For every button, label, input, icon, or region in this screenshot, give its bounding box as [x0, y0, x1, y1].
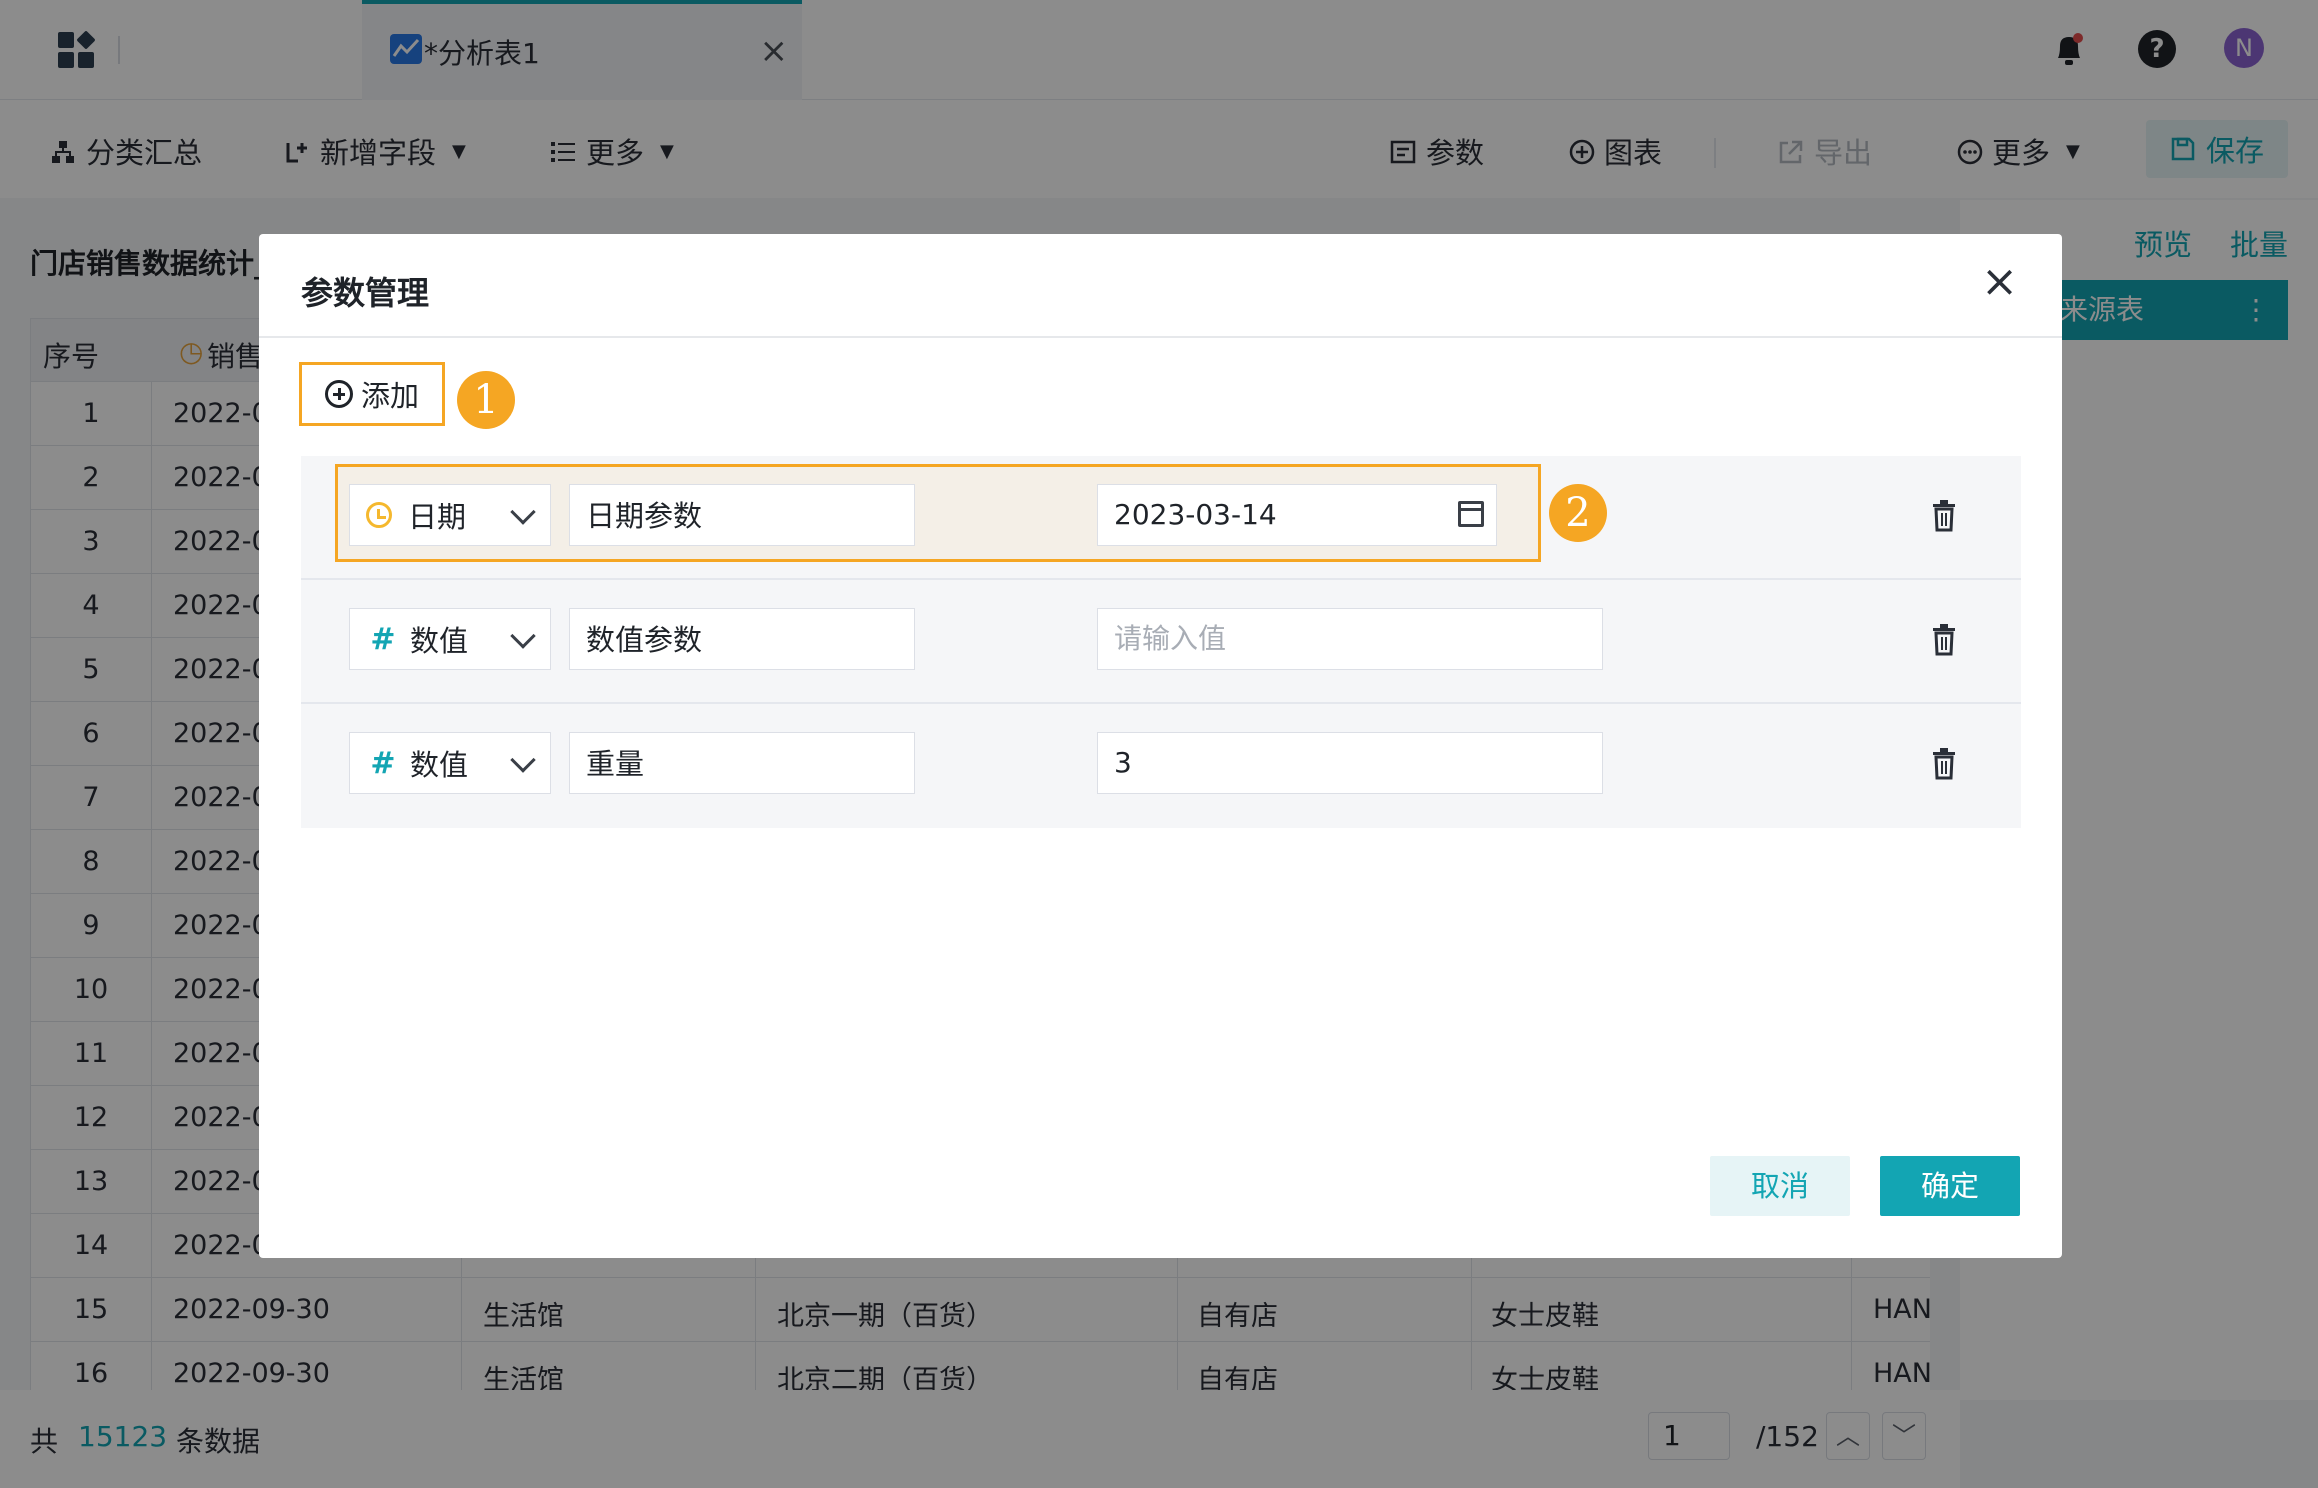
param-value-input[interactable]: 请输入值: [1097, 608, 1603, 670]
param-row: # 数值 数值参数 请输入值: [301, 580, 2021, 704]
param-name-input[interactable]: 数值参数: [569, 608, 915, 670]
param-type-select[interactable]: # 数值: [349, 608, 551, 670]
cancel-button[interactable]: 取消: [1710, 1156, 1850, 1216]
step-badge-2: 2: [1549, 484, 1607, 542]
add-param-label: 添加: [360, 379, 419, 413]
param-type-label: 数值: [410, 624, 469, 658]
param-date-value: 2023-03-14: [1114, 498, 1277, 531]
add-param-button[interactable]: 添加: [299, 362, 445, 426]
param-type-select[interactable]: # 数值: [349, 732, 551, 794]
add-circle-icon: [324, 380, 353, 408]
param-name-input[interactable]: 日期参数: [569, 484, 915, 546]
delete-icon[interactable]: [1931, 500, 1957, 532]
param-manage-dialog: 参数管理 × 添加 1 日期 日期参数 2023-03-14 # 数值 数值参数…: [259, 234, 2062, 1258]
param-name-input[interactable]: 重量: [569, 732, 915, 794]
param-type-label: 日期: [408, 500, 467, 534]
param-row: 日期 日期参数 2023-03-14: [301, 456, 2021, 580]
close-icon[interactable]: ×: [1981, 260, 2018, 304]
param-list: 日期 日期参数 2023-03-14 # 数值 数值参数 请输入值 # 数值 重…: [301, 456, 2021, 828]
step-badge-1: 1: [457, 371, 515, 429]
chevron-down-icon: [510, 747, 536, 773]
delete-icon[interactable]: [1931, 748, 1957, 780]
hash-icon: #: [370, 745, 396, 781]
param-date-input[interactable]: 2023-03-14: [1097, 484, 1497, 546]
hash-icon: #: [370, 621, 396, 657]
dialog-header: 参数管理 ×: [259, 234, 2062, 338]
confirm-button[interactable]: 确定: [1880, 1156, 2020, 1216]
clock-icon: [366, 502, 392, 528]
chevron-down-icon: [510, 499, 536, 525]
param-type-select[interactable]: 日期: [349, 484, 551, 546]
param-row: # 数值 重量 3: [301, 704, 2021, 828]
chevron-down-icon: [510, 623, 536, 649]
param-type-label: 数值: [410, 748, 469, 782]
param-value-input[interactable]: 3: [1097, 732, 1603, 794]
dialog-title: 参数管理: [301, 274, 430, 312]
calendar-icon[interactable]: [1458, 501, 1484, 527]
delete-icon[interactable]: [1931, 624, 1957, 656]
